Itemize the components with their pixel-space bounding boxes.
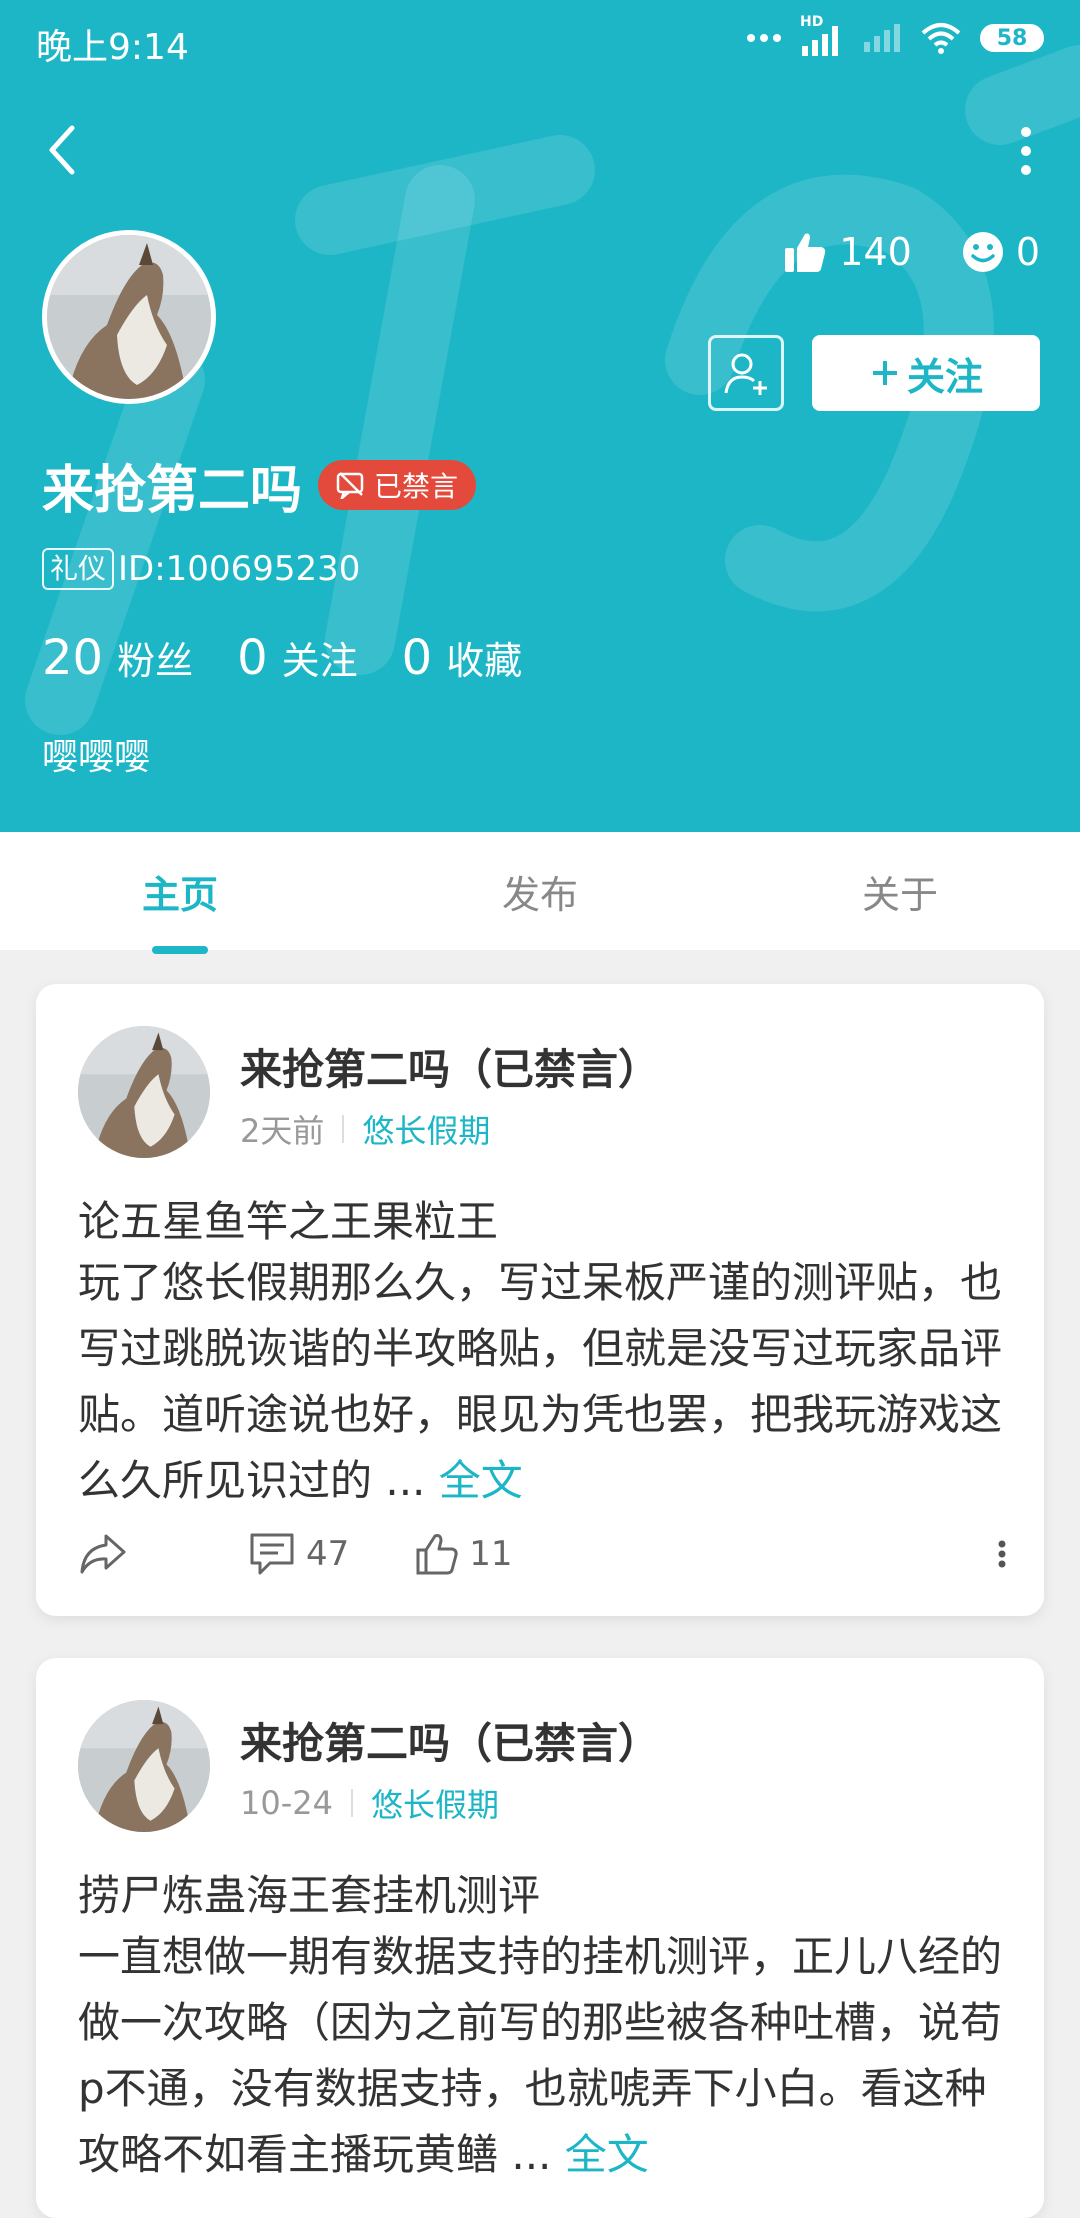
status-bar: 晚上9:14 HD 58 [0,0,1080,76]
user-id: ID:100695230 [118,549,361,589]
signal-dots-icon [747,34,781,42]
post-time: 10-24 [240,1784,333,1822]
follow-counts: 20 粉丝 0 关注 0 收藏 [42,630,566,686]
likes-count: 140 [839,230,912,274]
post-body[interactable]: 玩了悠长假期那么久，写过呆板严谨的测评贴，也写过跳脱诙谐的半攻略贴，但就是没写过… [78,1250,1008,1514]
cat-photo [47,235,211,399]
profile-header: 晚上9:14 HD 58 140 0 关注 来抢第二吗 已禁言 礼仪 ID:10… [0,0,1080,832]
more-vertical-icon[interactable] [1016,126,1036,176]
profile-avatar[interactable] [42,230,216,404]
plus-icon [872,361,897,385]
active-tab-indicator [152,946,208,954]
profile-reactions: 140 0 [733,230,1040,274]
profile-bio: 嘤嘤嘤 [42,737,151,778]
post-actions: 47 11 [78,1524,1008,1584]
cat-photo [78,1700,210,1832]
post-body[interactable]: 一直想做一期有数据支持的挂机测评，正儿八经的做一次攻略（因为之前写的那些被各种吐… [78,1924,1008,2188]
post-title[interactable]: 捞尸炼蛊海王套挂机测评 [78,1862,540,1923]
comment-icon [250,1533,294,1575]
post-title[interactable]: 论五星鱼竿之王果粒王 [78,1188,498,1249]
smile-icon [962,232,1003,272]
follow-button[interactable]: 关注 [812,335,1040,411]
thumbs-up-icon [785,233,826,272]
post-meta: 2天前 悠长假期 [240,1106,490,1152]
cat-photo [78,1026,210,1158]
tab-posts[interactable]: 发布 [360,832,720,950]
post-more-button[interactable] [996,1539,1008,1569]
post-topic-link[interactable]: 悠长假期 [362,1106,490,1152]
read-more-link[interactable]: 全文 [565,2130,649,2179]
back-arrow-icon[interactable] [40,120,84,180]
profile-tabs: 主页 发布 关于 [0,832,1080,950]
like-button[interactable]: 11 [415,1532,513,1576]
post-meta: 10-24 悠长假期 [240,1780,499,1826]
follow-button-label: 关注 [906,354,983,399]
post-body-text: 一直想做一期有数据支持的挂机测评，正儿八经的做一次攻略（因为之前写的那些被各种吐… [78,1932,1003,2179]
post-author-name[interactable]: 来抢第二吗（已禁言） [240,1036,660,1097]
more-vertical-icon [998,1540,1006,1568]
favorites-label[interactable]: 收藏 [446,630,522,685]
post-body-text: 玩了悠长假期那么久，写过呆板严谨的测评贴，也写过跳脱诙谐的半攻略贴，但就是没写过… [78,1258,1003,1505]
status-time: 晚上9:14 [36,27,189,68]
post-author-avatar[interactable] [78,1026,210,1158]
post-card[interactable]: 来抢第二吗（已禁言） 2天前 悠长假期 论五星鱼竿之王果粒王 玩了悠长假期那么久… [36,984,1044,1616]
post-author-name[interactable]: 来抢第二吗（已禁言） [240,1710,660,1771]
fans-label[interactable]: 粉丝 [117,630,193,685]
post-topic-link[interactable]: 悠长假期 [371,1780,499,1826]
level-tag: 礼仪 [42,548,115,590]
following-count[interactable]: 0 [237,630,268,686]
profile-username: 来抢第二吗 [42,461,303,521]
cell-signal-empty-icon [864,24,900,52]
likes-stat: 140 [783,230,912,274]
post-time: 2天前 [240,1112,325,1150]
smile-count: 0 [1015,230,1040,274]
read-more-link[interactable]: 全文 [439,1456,523,1505]
meta-divider [350,1789,353,1817]
favorites-count[interactable]: 0 [402,630,433,686]
fans-count[interactable]: 20 [42,630,103,686]
comment-button[interactable]: 47 [248,1531,349,1577]
like-count: 11 [469,1534,513,1574]
post-author-avatar[interactable] [78,1700,210,1832]
add-user-icon [724,353,767,395]
banned-badge-label: 已禁言 [374,470,459,503]
tab-about[interactable]: 关于 [720,832,1080,950]
share-icon [80,1534,126,1574]
thumbs-up-outline-icon [416,1534,458,1575]
comment-count: 47 [306,1534,350,1574]
wifi-icon [921,23,961,54]
smile-stat: 0 [962,230,1040,274]
cell-signal-hd-icon: HD [800,14,844,56]
meta-divider [342,1115,345,1143]
share-button[interactable] [78,1532,138,1576]
post-card[interactable]: 来抢第二吗（已禁言） 10-24 悠长假期 捞尸炼蛊海王套挂机测评 一直想做一期… [36,1658,1044,2218]
background-watermark [25,45,1080,735]
banned-badge: 已禁言 [318,460,477,510]
mute-chat-icon [336,472,364,499]
add-friend-button[interactable] [708,335,784,411]
tab-home[interactable]: 主页 [0,832,360,950]
following-label[interactable]: 关注 [282,630,358,685]
level-row: 礼仪 ID:100695230 [42,548,360,590]
battery-indicator: 58 [980,24,1044,52]
